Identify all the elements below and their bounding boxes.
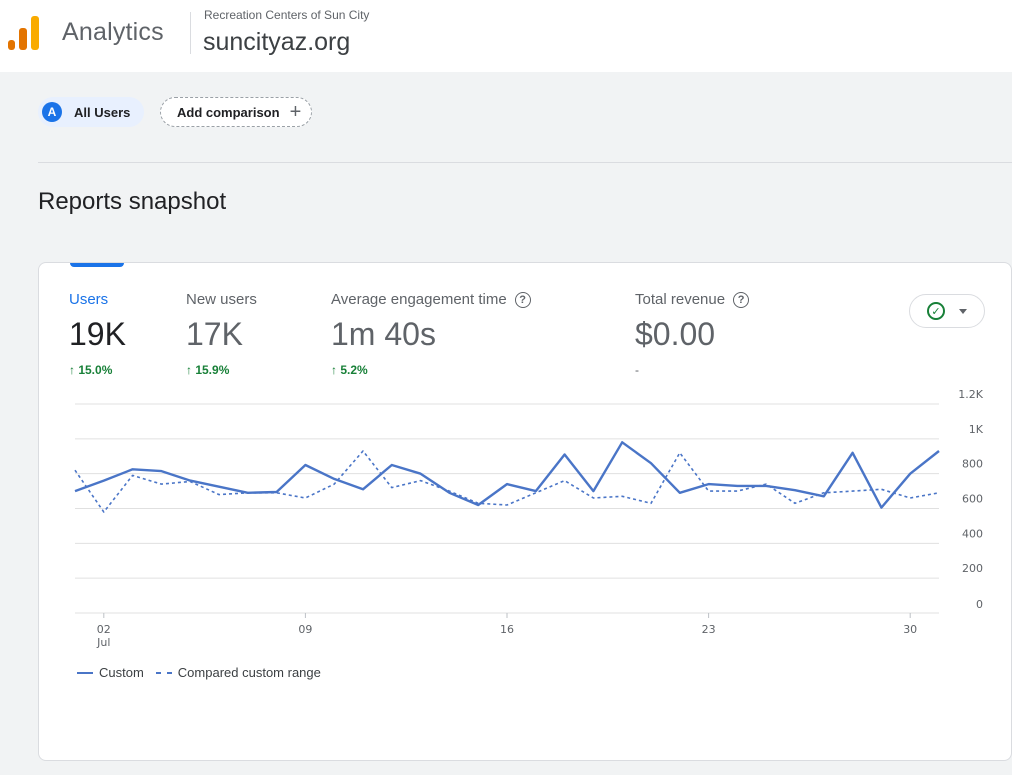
metric-value: $0.00	[635, 316, 716, 352]
active-tab-indicator	[70, 263, 124, 267]
metric-label: New users	[186, 291, 257, 308]
metric-value: 1m 40s	[331, 316, 436, 352]
series-line-custom	[74, 441, 940, 509]
overview-card: Users 19K ↑ 15.0% New users 17K ↑ 15.9% …	[38, 262, 1012, 761]
logo-bar-tall	[31, 16, 39, 50]
x-tick-label: 16	[500, 623, 514, 636]
y-tick-label: 1K	[969, 423, 984, 436]
metric-change: ↑ 15.0%	[69, 363, 113, 377]
plus-icon: +	[289, 101, 302, 123]
metric-label: Total revenue	[635, 291, 726, 308]
metric-label: Average engagement time	[331, 291, 507, 308]
all-users-segment-chip[interactable]: A All Users	[38, 97, 145, 127]
chart-series	[74, 441, 940, 513]
metric-tab-new-users[interactable]: New users 17K ↑ 15.9%	[186, 291, 257, 377]
metric-change: ↑ 15.9%	[186, 363, 230, 377]
metric-change: -	[635, 363, 639, 377]
page-title: Reports snapshot	[38, 188, 227, 215]
metric-label: Users	[69, 291, 109, 308]
header-divider	[190, 12, 191, 54]
help-icon[interactable]: ?	[733, 291, 750, 308]
x-tick-label: 09	[298, 623, 312, 636]
x-tick-label: 30	[903, 623, 917, 636]
users-line-chart: 0 200 400 600 800 1K 1.2K 02Jul 09 16 23 30	[74, 388, 984, 649]
segment-label: All Users	[74, 104, 131, 120]
y-tick-label: 400	[962, 527, 983, 540]
add-comparison-button[interactable]: Add comparison +	[160, 97, 313, 127]
section-divider	[38, 162, 1012, 163]
x-axis-ticks: 02Jul 09 16 23 30	[96, 613, 917, 649]
legend-dashed-line-icon	[155, 671, 172, 674]
y-tick-label: 800	[962, 458, 983, 471]
chart-legend: Custom Compared custom range	[77, 665, 321, 680]
segment-avatar: A	[42, 102, 62, 122]
logo-bar-medium	[19, 28, 27, 50]
analytics-logo-icon[interactable]	[8, 16, 42, 50]
metric-change: ↑ 5.2%	[331, 363, 368, 377]
y-tick-label: 0	[976, 598, 983, 611]
x-tick-label: 02	[97, 623, 111, 636]
series-line-compared	[74, 450, 940, 513]
logo-bar-small	[8, 40, 15, 50]
caret-down-icon	[959, 308, 967, 314]
metric-tab-users[interactable]: Users 19K ↑ 15.0%	[69, 291, 126, 377]
x-tick-label: 23	[702, 623, 716, 636]
metric-tab-total-revenue[interactable]: Total revenue ? $0.00 -	[635, 291, 750, 377]
main-content: A All Users Add comparison + Reports sna…	[0, 72, 1012, 775]
check-circle-icon: ✓	[927, 302, 945, 320]
product-name: Analytics	[62, 18, 164, 46]
metric-tab-average-engagement-time[interactable]: Average engagement time ? 1m 40s ↑ 5.2%	[331, 291, 531, 377]
property-name[interactable]: suncityaz.org	[203, 28, 350, 57]
x-tick-sublabel: Jul	[96, 636, 110, 649]
metric-value: 17K	[186, 316, 243, 352]
metric-label-row: Average engagement time ?	[331, 291, 531, 308]
legend-label-custom: Custom	[99, 665, 144, 680]
metric-label-row: Total revenue ?	[635, 291, 750, 308]
y-tick-label: 1.2K	[958, 388, 983, 401]
add-comparison-label: Add comparison	[177, 104, 280, 120]
metric-value: 19K	[69, 316, 126, 352]
legend-solid-line-icon	[77, 671, 93, 674]
y-tick-label: 600	[962, 493, 983, 506]
chart-gridlines	[75, 403, 939, 614]
comparison-toggle-dropdown[interactable]: ✓	[909, 294, 985, 328]
app-header: Analytics Recreation Centers of Sun City…	[0, 0, 1012, 72]
y-tick-label: 200	[962, 562, 983, 575]
y-axis-ticks: 0 200 400 600 800 1K 1.2K	[958, 388, 983, 611]
account-name[interactable]: Recreation Centers of Sun City	[204, 8, 369, 22]
help-icon[interactable]: ?	[514, 291, 531, 308]
legend-label-compared: Compared custom range	[177, 665, 321, 680]
